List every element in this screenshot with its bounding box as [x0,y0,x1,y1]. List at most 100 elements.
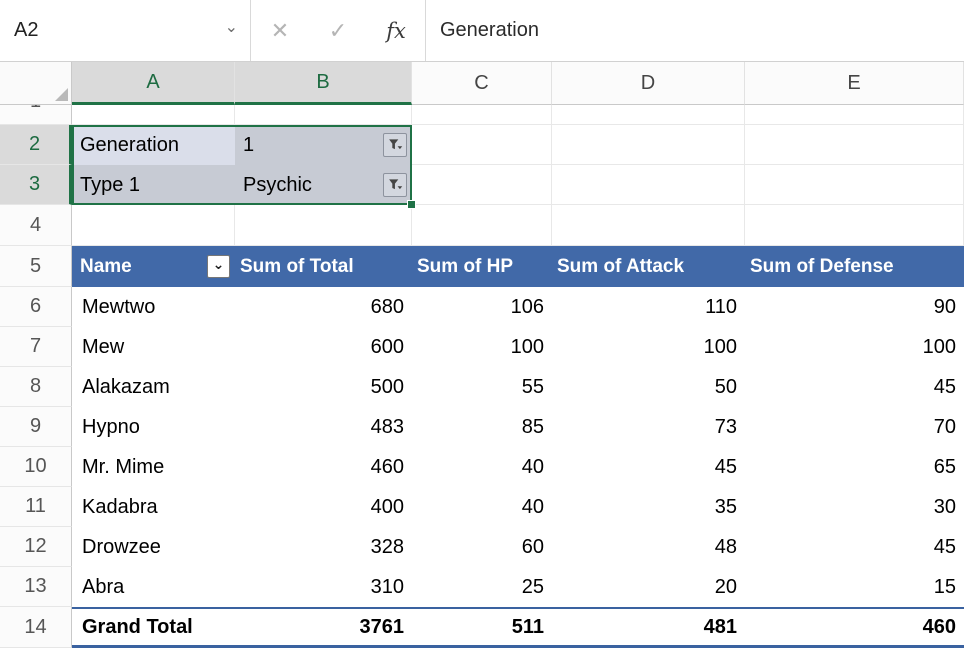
grand-total-attack[interactable]: 481 [552,607,745,648]
cell-C4[interactable] [412,205,552,246]
cell-D3[interactable] [552,165,745,205]
column-header-B[interactable]: B [235,62,412,105]
cell-D2[interactable] [552,125,745,165]
pivot-name-cell[interactable]: Abra [72,567,235,607]
row-header-14[interactable]: 14 [0,607,72,648]
pivot-total-cell[interactable]: 310 [235,567,412,607]
grand-total-total[interactable]: 3761 [235,607,412,648]
pivot-defense-cell[interactable]: 30 [745,487,964,527]
row-header-11[interactable]: 11 [0,487,72,527]
row-header-6[interactable]: 6 [0,287,72,327]
name-box[interactable]: A2 ⌄ [0,0,250,61]
formula-input[interactable]: Generation [426,0,964,61]
pivot-defense-cell[interactable]: 100 [745,327,964,367]
pivot-hp-cell[interactable]: 60 [412,527,552,567]
cell-E1[interactable] [745,105,964,125]
pivot-total-cell[interactable]: 680 [235,287,412,327]
pivot-hp-cell[interactable]: 25 [412,567,552,607]
cell-A4[interactable] [72,205,235,246]
pivot-attack-cell[interactable]: 50 [552,367,745,407]
pivot-defense-cell[interactable]: 90 [745,287,964,327]
pivot-defense-cell[interactable]: 45 [745,527,964,567]
pivot-defense-cell[interactable]: 15 [745,567,964,607]
cell-D1[interactable] [552,105,745,125]
pivot-name-cell[interactable]: Drowzee [72,527,235,567]
pivot-total-cell[interactable]: 460 [235,447,412,487]
fill-handle[interactable] [407,200,416,209]
cell-C2[interactable] [412,125,552,165]
pivot-attack-cell[interactable]: 100 [552,327,745,367]
pivot-attack-cell[interactable]: 35 [552,487,745,527]
pivot-attack-cell[interactable]: 73 [552,407,745,447]
cell-E4[interactable] [745,205,964,246]
confirm-icon[interactable]: ✓ [309,0,367,61]
grand-total-label[interactable]: Grand Total [72,607,235,648]
pivot-total-cell[interactable]: 500 [235,367,412,407]
pivot-hp-cell[interactable]: 40 [412,447,552,487]
pivot-total-cell[interactable]: 483 [235,407,412,447]
grand-total-hp[interactable]: 511 [412,607,552,648]
pivot-name-cell[interactable]: Alakazam [72,367,235,407]
pivot-header-hp[interactable]: Sum of HP [412,246,552,287]
chevron-down-icon[interactable]: ⌄ [225,20,238,36]
row-header-3[interactable]: 3 [0,165,72,205]
cell-A1[interactable] [72,105,235,125]
name-filter-dropdown[interactable]: ⌄ [207,255,230,278]
grand-total-defense[interactable]: 460 [745,607,964,648]
pivot-attack-cell[interactable]: 48 [552,527,745,567]
cancel-icon[interactable]: ✕ [251,0,309,61]
row-header-2[interactable]: 2 [0,125,72,165]
pivot-hp-cell[interactable]: 106 [412,287,552,327]
row-header-8[interactable]: 8 [0,367,72,407]
pivot-attack-cell[interactable]: 20 [552,567,745,607]
filter-icon[interactable] [383,173,407,197]
cell-B4[interactable] [235,205,412,246]
row-header-5[interactable]: 5 [0,246,72,287]
pivot-defense-cell[interactable]: 45 [745,367,964,407]
column-header-D[interactable]: D [552,62,745,105]
pivot-attack-cell[interactable]: 110 [552,287,745,327]
pivot-hp-cell[interactable]: 40 [412,487,552,527]
pivot-name-cell[interactable]: Mr. Mime [72,447,235,487]
cell-C1[interactable] [412,105,552,125]
row-header-13[interactable]: 13 [0,567,72,607]
cell-B2[interactable]: 1 [235,125,412,165]
row-header-12[interactable]: 12 [0,527,72,567]
pivot-attack-cell[interactable]: 45 [552,447,745,487]
pivot-name-cell[interactable]: Hypno [72,407,235,447]
cell-D4[interactable] [552,205,745,246]
pivot-total-cell[interactable]: 328 [235,527,412,567]
pivot-name-cell[interactable]: Mewtwo [72,287,235,327]
row-header-10[interactable]: 10 [0,447,72,487]
pivot-name-cell[interactable]: Kadabra [72,487,235,527]
pivot-header-name[interactable]: Name ⌄ [72,246,235,287]
cell-E3[interactable] [745,165,964,205]
cell-B3[interactable]: Psychic [235,165,412,205]
pivot-total-cell[interactable]: 400 [235,487,412,527]
pivot-hp-cell[interactable]: 55 [412,367,552,407]
column-header-A[interactable]: A [72,62,235,105]
cell-A2[interactable]: Generation [72,125,235,165]
pivot-header-total[interactable]: Sum of Total [235,246,412,287]
pivot-hp-cell[interactable]: 85 [412,407,552,447]
cell-A3[interactable]: Type 1 [72,165,235,205]
row-header-4[interactable]: 4 [0,205,72,246]
column-header-C[interactable]: C [412,62,552,105]
pivot-defense-cell[interactable]: 65 [745,447,964,487]
column-header-E[interactable]: E [745,62,964,105]
row-header-1[interactable]: 1 [0,105,72,125]
row-header-9[interactable]: 9 [0,407,72,447]
pivot-hp-cell[interactable]: 100 [412,327,552,367]
pivot-defense-cell[interactable]: 70 [745,407,964,447]
pivot-header-attack[interactable]: Sum of Attack [552,246,745,287]
pivot-name-cell[interactable]: Mew [72,327,235,367]
cell-C3[interactable] [412,165,552,205]
cell-E2[interactable] [745,125,964,165]
pivot-header-defense[interactable]: Sum of Defense [745,246,964,287]
pivot-total-cell[interactable]: 600 [235,327,412,367]
row-header-7[interactable]: 7 [0,327,72,367]
cell-B1[interactable] [235,105,412,125]
filter-icon[interactable] [383,133,407,157]
insert-function-icon[interactable]: fx [367,0,425,61]
select-all-corner[interactable] [0,62,72,105]
